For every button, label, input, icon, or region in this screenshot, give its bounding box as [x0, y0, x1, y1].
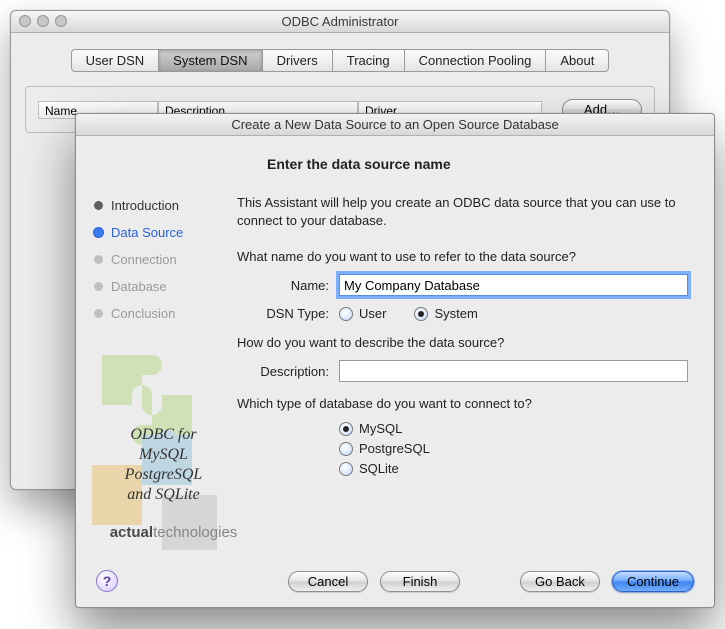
- minimize-icon[interactable]: [37, 15, 49, 27]
- step-bullet-icon: [94, 309, 103, 318]
- question-db: Which type of database do you want to co…: [237, 396, 688, 411]
- step-bullet-icon: [94, 282, 103, 291]
- tab-drivers[interactable]: Drivers: [262, 49, 332, 72]
- close-icon[interactable]: [19, 15, 31, 27]
- brand-text: ODBC for MySQL PostgreSQL and SQLite: [76, 425, 251, 505]
- brand-line: ODBC for: [76, 425, 251, 445]
- radio-icon: [339, 307, 353, 321]
- step-introduction[interactable]: Introduction: [94, 192, 221, 219]
- zoom-icon[interactable]: [55, 15, 67, 27]
- db-postgresql-radio[interactable]: PostgreSQL: [339, 441, 688, 456]
- step-label: Connection: [111, 252, 177, 267]
- brand-line: MySQL: [76, 445, 251, 465]
- description-label: Description:: [237, 364, 329, 379]
- finish-button[interactable]: Finish: [380, 571, 460, 592]
- step-bullet-icon: [94, 255, 103, 264]
- radio-label: SQLite: [359, 461, 399, 476]
- go-back-button[interactable]: Go Back: [520, 571, 600, 592]
- step-bullet-icon: [94, 228, 103, 237]
- radio-label: System: [434, 306, 477, 321]
- wizard-footer: ? Cancel Finish Go Back Continue: [76, 555, 714, 607]
- db-sqlite-radio[interactable]: SQLite: [339, 461, 688, 476]
- dsn-type-label: DSN Type:: [237, 306, 329, 321]
- window-title: ODBC Administrator: [281, 14, 398, 29]
- cancel-button[interactable]: Cancel: [288, 571, 368, 592]
- step-label: Data Source: [111, 225, 183, 240]
- radio-icon: [339, 442, 353, 456]
- wizard-steps: Introduction Data Source Connection Data…: [94, 192, 221, 327]
- tab-tracing[interactable]: Tracing: [332, 49, 404, 72]
- radio-label: PostgreSQL: [359, 441, 430, 456]
- brand-line: and SQLite: [76, 485, 251, 505]
- step-bullet-icon: [94, 201, 103, 210]
- vendor-logo-rest: technologies: [153, 524, 237, 541]
- description-input[interactable]: [339, 360, 688, 382]
- step-data-source[interactable]: Data Source: [94, 219, 221, 246]
- question-desc: How do you want to describe the data sou…: [237, 335, 688, 350]
- step-label: Introduction: [111, 198, 179, 213]
- question-name: What name do you want to use to refer to…: [237, 249, 688, 264]
- help-icon[interactable]: ?: [96, 570, 118, 592]
- tab-connection-pooling[interactable]: Connection Pooling: [404, 49, 546, 72]
- vendor-logo-bold: actual: [110, 524, 153, 541]
- page-heading: Enter the data source name: [267, 156, 688, 172]
- continue-button[interactable]: Continue: [612, 571, 694, 592]
- dsn-type-system-radio[interactable]: System: [414, 306, 477, 321]
- db-mysql-radio[interactable]: MySQL: [339, 421, 688, 436]
- wizard-sheet: Create a New Data Source to an Open Sour…: [75, 113, 715, 608]
- tab-user-dsn[interactable]: User DSN: [71, 49, 159, 72]
- main-tabs: User DSN System DSN Drivers Tracing Conn…: [25, 49, 655, 72]
- radio-label: MySQL: [359, 421, 402, 436]
- wizard-sidebar: Introduction Data Source Connection Data…: [76, 136, 231, 555]
- name-input[interactable]: [339, 274, 688, 296]
- traffic-lights: [19, 15, 67, 27]
- brand-line: PostgreSQL: [76, 465, 251, 485]
- window-titlebar: ODBC Administrator: [11, 11, 669, 33]
- db-type-group: MySQL PostgreSQL SQLite: [339, 421, 688, 476]
- wizard-main: Enter the data source name This Assistan…: [231, 136, 714, 555]
- vendor-logo: actualtechnologies: [76, 524, 271, 541]
- name-label: Name:: [237, 278, 329, 293]
- radio-icon: [414, 307, 428, 321]
- intro-text: This Assistant will help you create an O…: [237, 194, 688, 229]
- radio-icon: [339, 422, 353, 436]
- dsn-type-user-radio[interactable]: User: [339, 306, 386, 321]
- tab-about[interactable]: About: [545, 49, 609, 72]
- tab-system-dsn[interactable]: System DSN: [158, 49, 261, 72]
- sheet-title: Create a New Data Source to an Open Sour…: [76, 114, 714, 136]
- step-connection[interactable]: Connection: [94, 246, 221, 273]
- step-label: Conclusion: [111, 306, 175, 321]
- radio-icon: [339, 462, 353, 476]
- step-conclusion[interactable]: Conclusion: [94, 300, 221, 327]
- step-database[interactable]: Database: [94, 273, 221, 300]
- step-label: Database: [111, 279, 167, 294]
- radio-label: User: [359, 306, 386, 321]
